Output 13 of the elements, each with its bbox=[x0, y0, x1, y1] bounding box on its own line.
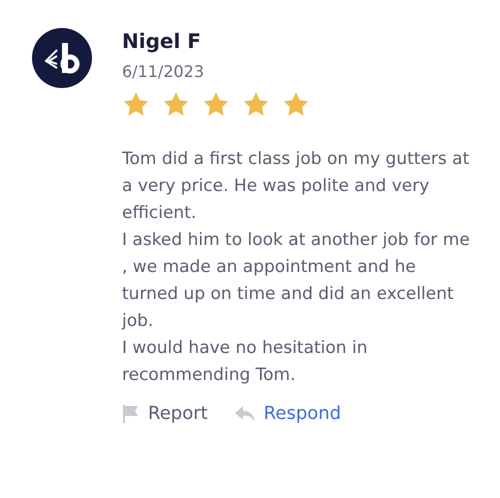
reply-icon bbox=[234, 404, 256, 422]
respond-link[interactable]: Respond bbox=[234, 403, 342, 424]
review-text: Tom did a first class job on my gutters at a very price. He was polite and very efficient. I asked him to look at another job for me , we made an appointment and he turned up on time and did an excellent job. I would have no hesitation in recommending Tom. bbox=[122, 148, 471, 387]
review-date: 6/11/2023 bbox=[122, 62, 206, 81]
logo-icon bbox=[32, 28, 92, 88]
flag-icon bbox=[122, 404, 140, 424]
star-icon bbox=[162, 91, 190, 118]
star-icon bbox=[202, 91, 230, 118]
reviewer-name: Nigel F bbox=[122, 28, 202, 54]
star-icon bbox=[282, 91, 310, 118]
star-icon bbox=[242, 91, 270, 118]
star-icon bbox=[122, 91, 150, 118]
report-link[interactable]: Report bbox=[122, 403, 208, 424]
